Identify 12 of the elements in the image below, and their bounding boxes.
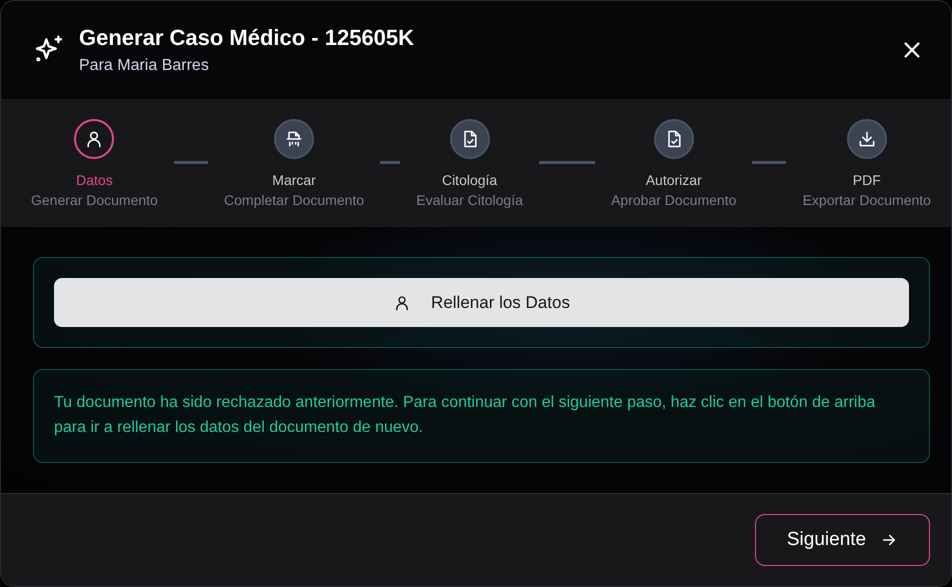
next-button[interactable]: Siguiente [755, 514, 930, 566]
stepper-step[interactable]: Citología Evaluar Citología [416, 118, 523, 208]
dialog-title: Generar Caso Médico - 125605K [79, 24, 416, 51]
stepper-step[interactable]: Datos Generar Documento [31, 118, 158, 208]
download-icon [856, 128, 877, 149]
shredder-icon [284, 128, 304, 149]
stepper-step[interactable]: PDF Exportar Documento [802, 118, 931, 208]
stepper-step[interactable]: Autorizar Aprobar Documento [611, 118, 736, 208]
dialog-subtitle: Para Maria Barres [79, 56, 210, 75]
stepper-step[interactable]: Marcar Completar Documento [224, 118, 364, 208]
notice-text: Tu documento ha sido rechazado anteriormente. Para continuar con el siguiente paso, haz clic en el botón de arriba para ir a rellenar los datos del documento de nuevo. [54, 393, 876, 438]
fill-data-button[interactable]: Rellenar los Datos [54, 278, 909, 328]
